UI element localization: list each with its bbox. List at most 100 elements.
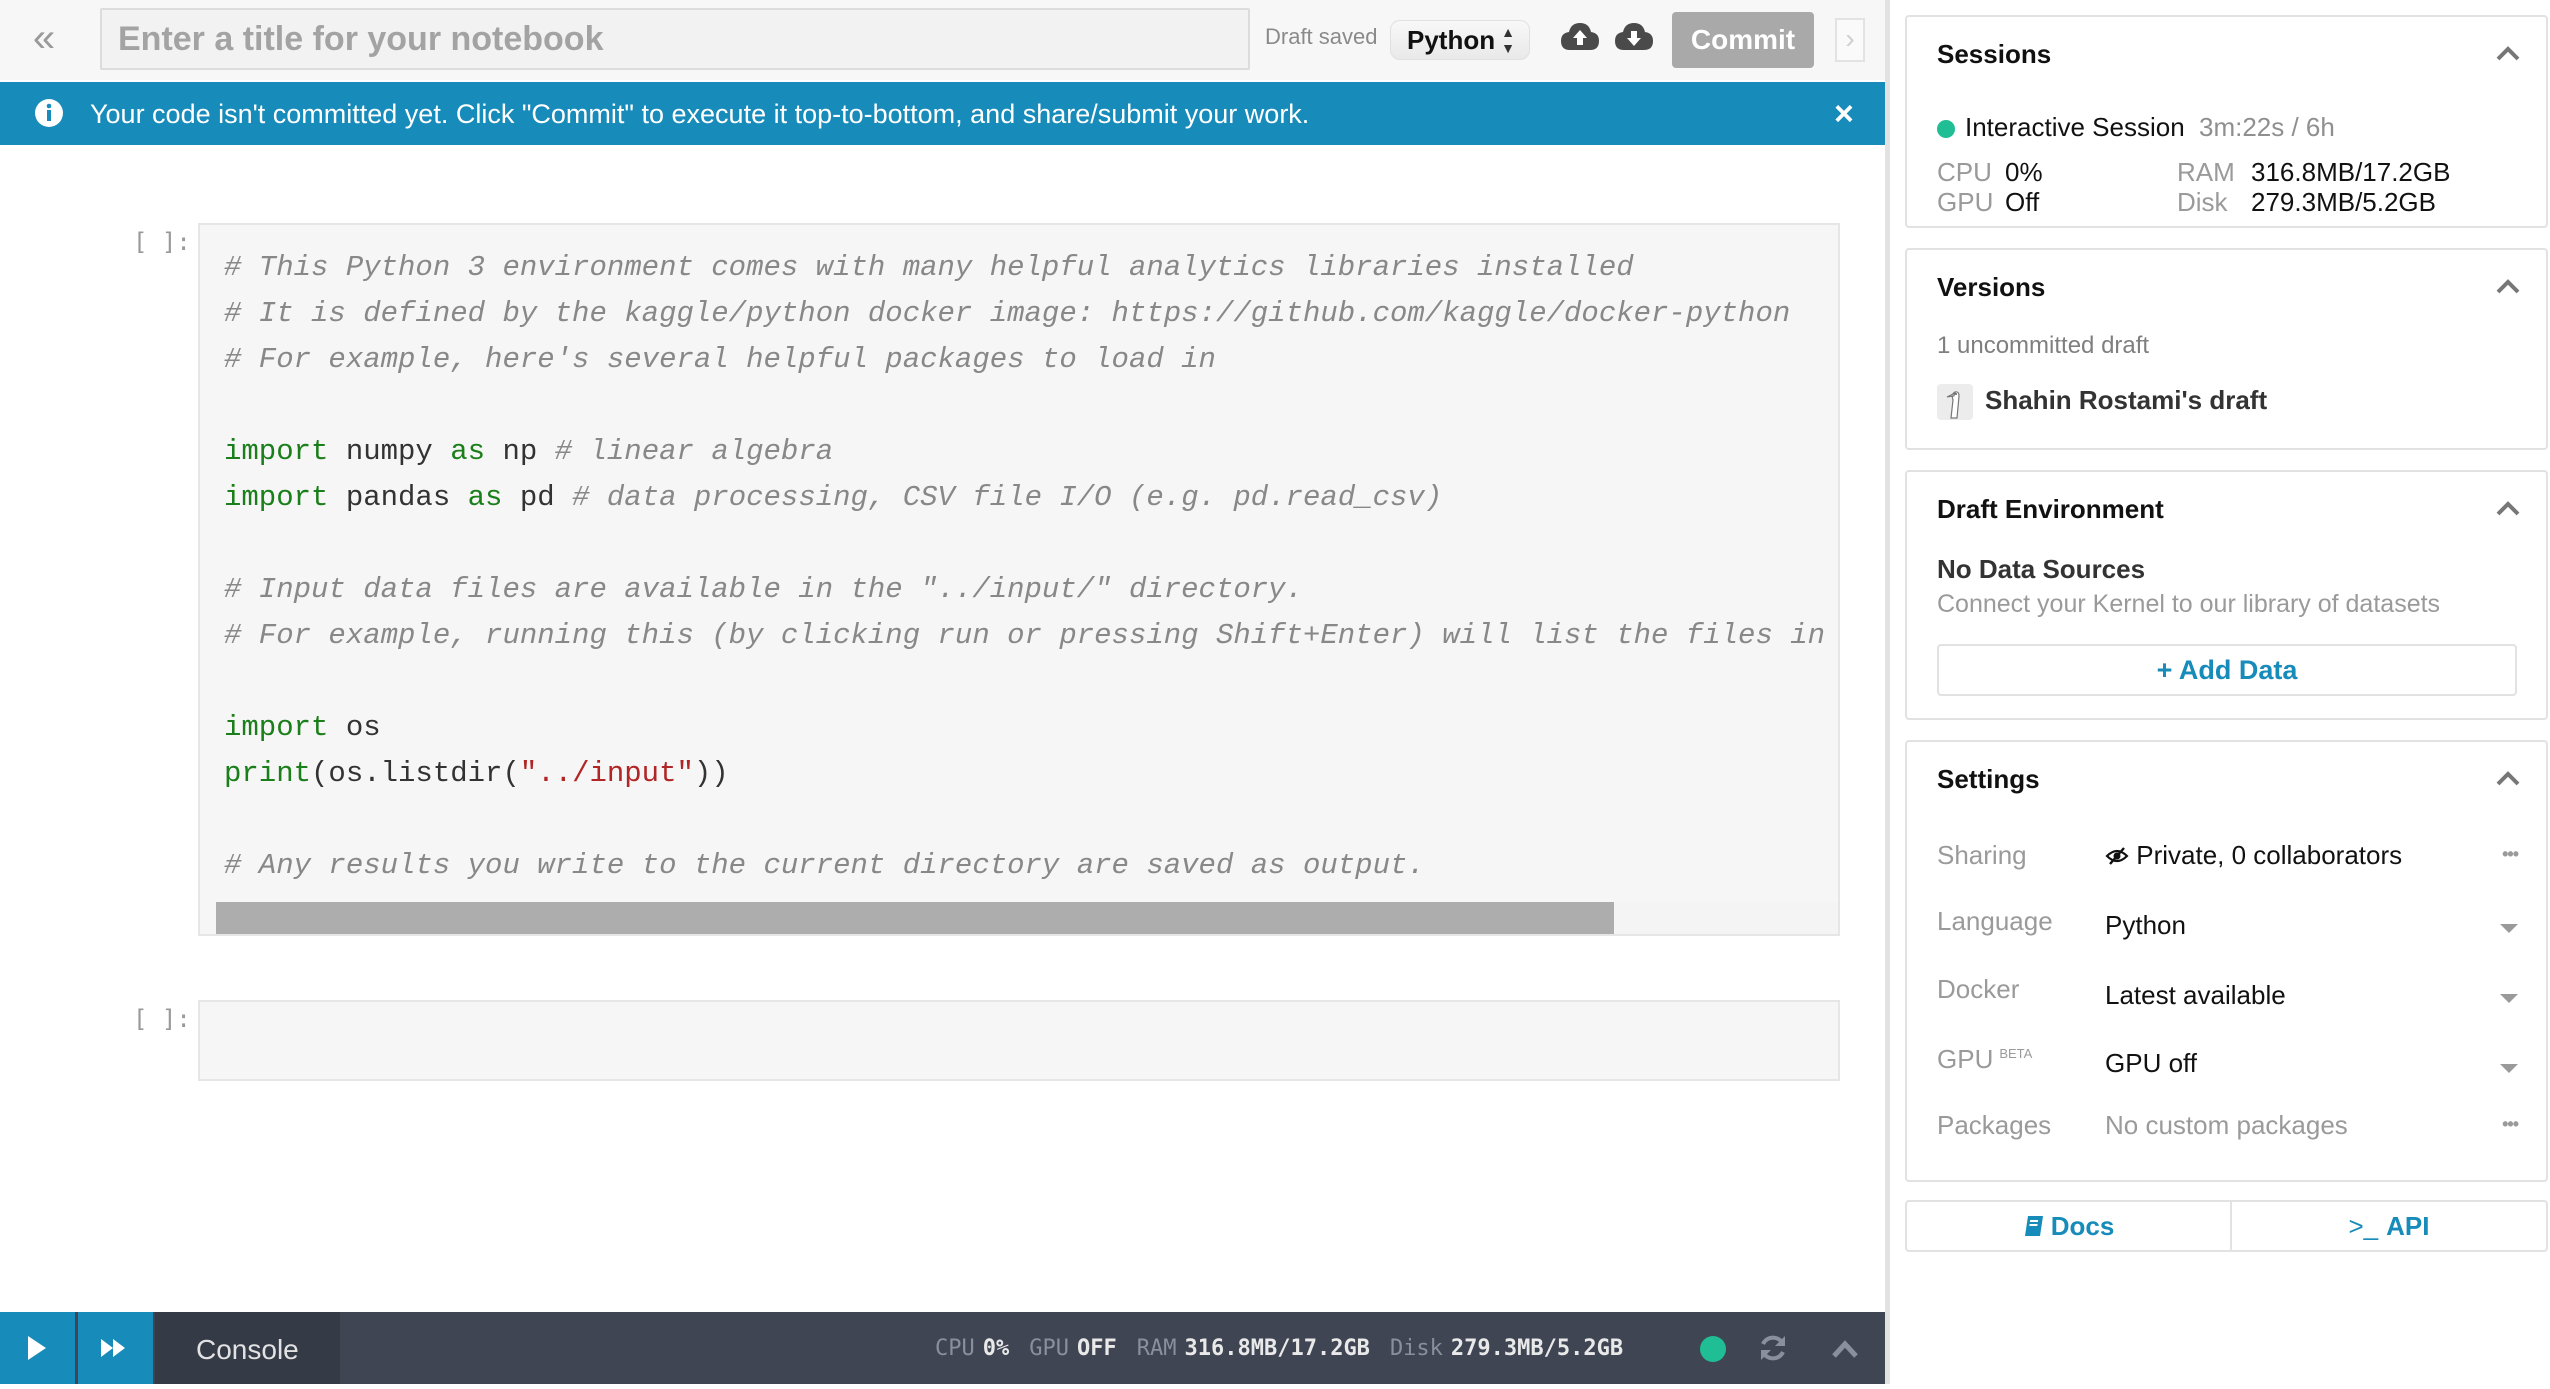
language-select[interactable]: Python ▲ ▼ <box>1390 20 1530 60</box>
docker-value[interactable]: Latest available <box>2105 980 2286 1011</box>
gpu-label: GPU <box>1937 187 1994 217</box>
run-all-button[interactable] <box>78 1312 153 1384</box>
dropdown-arrow-icon[interactable] <box>2500 994 2518 1003</box>
code-comment: # This Python 3 environment comes with m… <box>224 251 1634 284</box>
code-keyword: import <box>224 711 329 744</box>
versions-card: Versions 1 uncommitted draft Shahin Rost… <box>1905 248 2548 450</box>
code-editor[interactable]: # This Python 3 environment comes with m… <box>224 245 1838 889</box>
expand-panel-button[interactable]: › <box>1835 18 1865 62</box>
code-line: import numpy as np # linear algebra <box>224 429 1838 475</box>
settings-card: Settings Sharing Private, 0 collaborator… <box>1905 740 2548 1182</box>
gpu-value: OFF <box>1077 1336 1117 1361</box>
disk-label: Disk <box>1389 1336 1443 1361</box>
code-token: os <box>328 711 381 744</box>
commit-button[interactable]: Commit <box>1672 12 1814 68</box>
code-string: "../input" <box>519 757 694 790</box>
code-comment: # linear algebra <box>554 435 834 468</box>
chevron-up-icon[interactable] <box>1830 1334 1860 1364</box>
collapse-sidebar-button[interactable]: « <box>22 18 66 62</box>
code-comment: # Input data files are available in the … <box>224 573 1303 606</box>
versions-title: Versions <box>1937 272 2046 302</box>
sessions-card: Sessions Interactive Session 3m:22s / 6h… <box>1905 15 2548 228</box>
sharing-value[interactable]: Private, 0 collaborators <box>2105 840 2402 871</box>
terminal-icon: >_ <box>2348 1211 2379 1241</box>
run-cell-button[interactable] <box>0 1312 75 1384</box>
cpu-value: 0% <box>2005 157 2043 187</box>
chevron-up-icon[interactable] <box>2496 500 2520 516</box>
packages-more-icon[interactable]: ••• <box>2502 1114 2519 1135</box>
fast-forward-icon <box>101 1339 125 1357</box>
cell-prompt: [ ]: <box>133 228 191 256</box>
dropdown-arrow-icon[interactable] <box>2500 924 2518 933</box>
ram-label: RAM <box>1136 1336 1177 1361</box>
code-line: import os <box>224 705 1838 751</box>
horizontal-scrollbar-thumb[interactable] <box>216 902 1614 934</box>
add-data-button[interactable]: + Add Data <box>1937 644 2517 696</box>
info-icon <box>35 99 63 127</box>
notebook-title-input[interactable] <box>100 8 1250 70</box>
gpu-label-text: GPU <box>1937 1044 1994 1074</box>
dropdown-arrow-icon[interactable] <box>2500 1064 2518 1073</box>
cpu-label: CPU <box>935 1336 975 1361</box>
close-icon[interactable]: × <box>1834 95 1854 134</box>
code-keyword: print <box>224 757 312 790</box>
sharing-label: Sharing <box>1937 840 2027 870</box>
code-token: pandas <box>328 481 468 514</box>
empty-code-cell[interactable] <box>198 1000 1840 1081</box>
code-line: print(os.listdir("../input")) <box>224 751 1838 797</box>
code-keyword: import <box>224 481 329 514</box>
resource-status: CPU 0% GPU OFF RAM 316.8MB/17.2GB Disk 279.3MB/… <box>935 1336 1643 1361</box>
code-keyword: import <box>224 435 329 468</box>
docs-label: Docs <box>2050 1211 2115 1241</box>
draft-status: Draft saved <box>1265 24 1378 49</box>
code-line: # For example, here's several helpful pa… <box>224 337 1838 383</box>
settings-title: Settings <box>1937 764 2040 794</box>
session-name: Interactive Session <box>1965 112 2185 142</box>
sharing-more-icon[interactable]: ••• <box>2502 844 2519 865</box>
code-token: numpy <box>328 435 451 468</box>
language-value[interactable]: Python <box>2105 910 2186 941</box>
session-status-dot <box>1937 120 1955 138</box>
select-arrows-icon: ▲ ▼ <box>1501 24 1515 56</box>
code-keyword: as <box>467 481 503 514</box>
code-line: import pandas as pd # data processing, C… <box>224 475 1838 521</box>
code-keyword: as <box>450 435 486 468</box>
code-line: # Input data files are available in the … <box>224 567 1838 613</box>
refresh-icon[interactable] <box>1757 1332 1789 1364</box>
avatar <box>1937 384 1973 420</box>
code-cell[interactable]: # This Python 3 environment comes with m… <box>198 223 1840 936</box>
book-icon <box>2024 1216 2043 1236</box>
goose-avatar-icon <box>1946 391 1960 419</box>
draft-link[interactable]: Shahin Rostami's draft <box>1985 385 2267 416</box>
api-button[interactable]: >_ API <box>2232 1202 2546 1250</box>
docs-button[interactable]: Docs <box>1907 1202 2232 1250</box>
play-icon <box>28 1336 46 1360</box>
disk-value: 279.3MB/5.2GB <box>2251 187 2436 217</box>
draft-environment-title: Draft Environment <box>1937 494 2164 524</box>
cloud-download-icon[interactable] <box>1614 20 1654 54</box>
banner-message: Your code isn't committed yet. Click "Co… <box>90 99 1310 129</box>
chevron-up-icon[interactable] <box>2496 770 2520 786</box>
code-line: # Any results you write to the current d… <box>224 843 1838 889</box>
api-label: API <box>2386 1211 2430 1241</box>
console-tab[interactable]: Console <box>155 1312 340 1384</box>
cloud-upload-icon[interactable] <box>1560 20 1600 54</box>
console-label: Console <box>196 1334 299 1365</box>
gpu-value[interactable]: GPU off <box>2105 1048 2197 1079</box>
code-token: )) <box>693 757 729 790</box>
uncommitted-count: 1 uncommitted draft <box>1937 332 2150 359</box>
connect-description: Connect your Kernel to our library of da… <box>1937 590 2441 618</box>
packages-label: Packages <box>1937 1110 2052 1140</box>
code-comment: # It is defined by the kaggle/python doc… <box>224 297 1791 330</box>
chevron-up-icon[interactable] <box>2496 278 2520 294</box>
chevron-up-icon[interactable] <box>2496 45 2520 61</box>
code-token: (os.listdir( <box>311 757 520 790</box>
gpu-label: GPU <box>1029 1336 1069 1361</box>
code-comment: # For example, running this (by clicking… <box>224 619 1826 652</box>
cpu-value: 0% <box>982 1336 1010 1361</box>
code-comment: # For example, here's several helpful pa… <box>224 343 1216 376</box>
